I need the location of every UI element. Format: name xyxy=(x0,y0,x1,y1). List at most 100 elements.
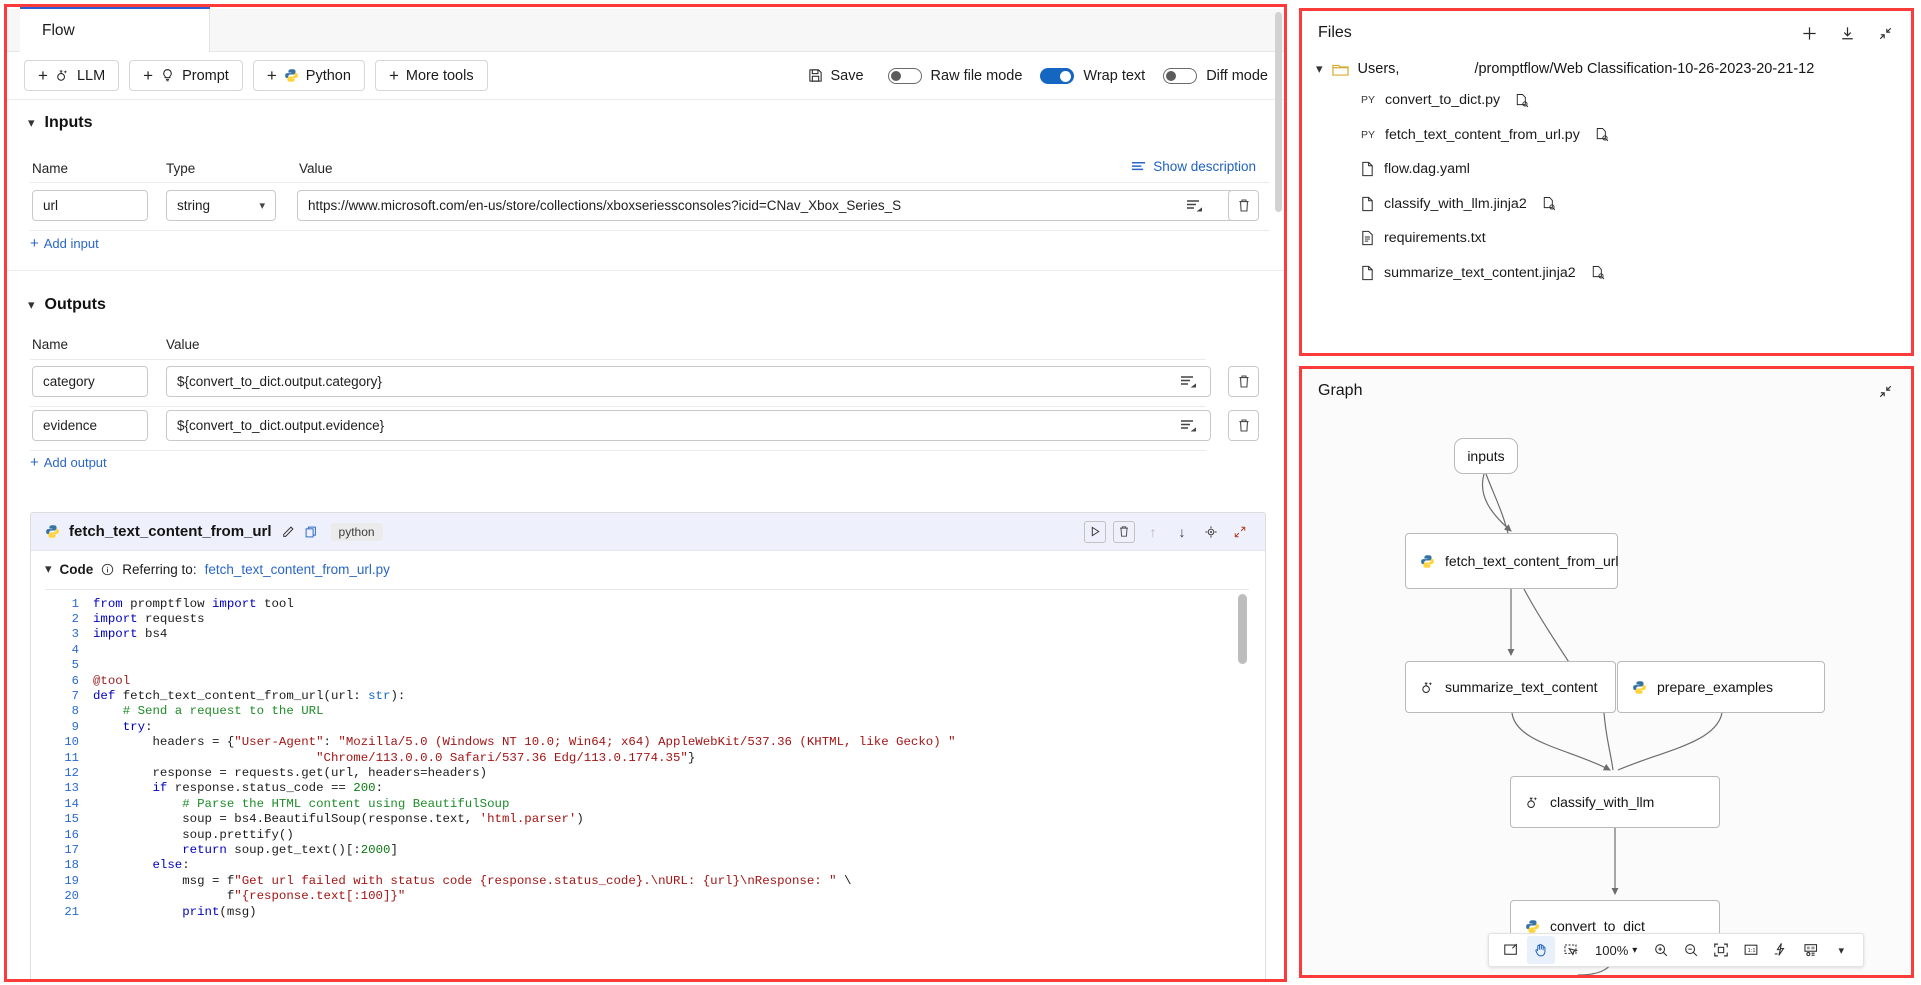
diff-mode-toggle[interactable] xyxy=(1163,68,1197,84)
code-editor[interactable]: 1from promptflow import tool2import requ… xyxy=(45,589,1249,981)
delete-output-button-0[interactable] xyxy=(1228,366,1259,397)
save-button[interactable]: Save xyxy=(798,61,873,91)
actual-size-icon[interactable]: 1:1 xyxy=(1737,936,1765,964)
description-lines-icon xyxy=(1131,161,1146,173)
delete-output-button-1[interactable] xyxy=(1228,410,1259,441)
graph-node-prepare_examples[interactable]: prepare_examples xyxy=(1617,661,1825,713)
code-line-number: 4 xyxy=(45,643,93,657)
py-tag-icon: PY xyxy=(1360,94,1376,106)
add-python-button[interactable]: + Python xyxy=(253,60,365,91)
chevron-down-icon: ▾ xyxy=(259,199,265,212)
file-list-item[interactable]: classify_with_llm.jinja2 xyxy=(1302,187,1911,222)
graph-node-label: summarize_text_content xyxy=(1445,679,1598,695)
add-input-link[interactable]: + Add input xyxy=(30,236,99,251)
open-in-editor-icon[interactable] xyxy=(1542,196,1556,211)
zoom-level-value: 100% xyxy=(1595,943,1628,958)
file-list-item[interactable]: summarize_text_content.jinja2 xyxy=(1302,256,1911,291)
referring-file-link[interactable]: fetch_text_content_from_url.py xyxy=(205,562,390,577)
more-tools-button[interactable]: + More tools xyxy=(375,60,488,91)
show-description-link[interactable]: Show description xyxy=(1131,159,1256,174)
chevron-down-icon[interactable]: ▾ xyxy=(1827,936,1855,964)
open-in-editor-icon[interactable] xyxy=(1595,127,1609,142)
python-icon xyxy=(1420,554,1435,569)
py-tag-icon: PY xyxy=(1360,129,1376,141)
python-icon xyxy=(284,68,299,83)
add-output-label: Add output xyxy=(44,455,107,470)
code-line-number: 8 xyxy=(45,704,93,718)
graph-node-fetch_text_content_from_url[interactable]: fetch_text_content_from_url xyxy=(1405,533,1618,589)
select-box-icon[interactable] xyxy=(1557,936,1585,964)
graph-node-classify_with_llm[interactable]: classify_with_llm xyxy=(1510,776,1720,828)
graph-node-summarize_text_content[interactable]: summarize_text_content xyxy=(1405,661,1616,713)
auto-layout-icon[interactable] xyxy=(1767,936,1795,964)
locate-node-button[interactable] xyxy=(1200,521,1222,543)
zoom-level-dropdown[interactable]: 100% ▾ xyxy=(1587,943,1645,958)
zoom-in-icon[interactable] xyxy=(1647,936,1675,964)
file-list-item[interactable]: PYfetch_text_content_from_url.py xyxy=(1302,118,1911,153)
code-line-text: import requests xyxy=(93,612,205,626)
output-name-field-1[interactable]: evidence xyxy=(32,410,148,441)
add-prompt-button[interactable]: + Prompt xyxy=(129,60,243,91)
inputs-section-title: Inputs xyxy=(45,114,93,132)
file-list-item[interactable]: flow.dag.yaml xyxy=(1302,152,1911,187)
output-value-expand-icon-0[interactable] xyxy=(1178,371,1200,393)
minimap-icon[interactable] xyxy=(1797,936,1825,964)
graph-panel-actions xyxy=(1875,381,1895,401)
input-type-select[interactable]: string ▾ xyxy=(166,190,276,221)
outputs-section-header[interactable]: ▾ Outputs xyxy=(28,296,106,314)
code-line-text: from promptflow import tool xyxy=(93,597,294,611)
files-tree-root[interactable]: ▾ Users, /promptflow/Web Classification-… xyxy=(1302,55,1911,83)
open-in-editor-icon[interactable] xyxy=(1515,93,1529,108)
rename-node-icon[interactable] xyxy=(281,525,295,539)
info-icon[interactable] xyxy=(101,563,114,576)
fit-screen-icon[interactable] xyxy=(1497,936,1525,964)
output-value-expand-icon-1[interactable] xyxy=(1178,415,1200,437)
pan-hand-icon[interactable] xyxy=(1527,936,1555,964)
zoom-out-icon[interactable] xyxy=(1677,936,1705,964)
expand-node-button[interactable] xyxy=(1229,521,1251,543)
input-value-expand-icon[interactable] xyxy=(1184,195,1206,217)
move-node-down-button[interactable]: ↓ xyxy=(1171,521,1193,543)
llm-icon xyxy=(55,68,70,83)
inputs-col-type: Type xyxy=(166,161,195,176)
code-line: 17 return soup.get_text()[:2000] xyxy=(45,842,1249,857)
tab-flow[interactable]: Flow xyxy=(20,9,210,52)
inputs-section-header[interactable]: ▾ Inputs xyxy=(28,114,93,132)
raw-file-mode-toggle[interactable] xyxy=(888,68,922,84)
run-node-button[interactable] xyxy=(1084,521,1106,543)
files-panel-actions xyxy=(1799,23,1895,43)
output-value-field-0[interactable]: ${convert_to_dict.output.category} xyxy=(166,366,1211,397)
collapse-panel-icon[interactable] xyxy=(1875,381,1895,401)
add-llm-button[interactable]: + LLM xyxy=(24,60,119,91)
inputs-col-name: Name xyxy=(32,161,68,176)
file-list-item[interactable]: PYconvert_to_dict.py xyxy=(1302,83,1911,118)
editor-vertical-scrollbar[interactable] xyxy=(1238,594,1247,664)
code-section-header[interactable]: ▾ Code Referring to: fetch_text_content_… xyxy=(31,551,1265,587)
inputs-header-rule xyxy=(30,182,1270,183)
graph-node-label: classify_with_llm xyxy=(1550,794,1654,810)
collapse-panel-icon[interactable] xyxy=(1875,23,1895,43)
add-output-link[interactable]: + Add output xyxy=(30,455,107,470)
delete-node-button[interactable] xyxy=(1113,521,1135,543)
download-icon[interactable] xyxy=(1837,23,1857,43)
output-value-field-1[interactable]: ${convert_to_dict.output.evidence} xyxy=(166,410,1211,441)
code-line-text: soup = bs4.BeautifulSoup(response.text, … xyxy=(93,812,584,826)
output-name-field-0[interactable]: category xyxy=(32,366,148,397)
code-line-text: "Chrome/113.0.0.0 Safari/537.36 Edg/113.… xyxy=(93,751,695,765)
move-node-up-button[interactable]: ↑ xyxy=(1142,521,1164,543)
graph-node-inputs[interactable]: inputs xyxy=(1454,438,1518,474)
code-lines-container: 1from promptflow import tool2import requ… xyxy=(45,596,1249,919)
wrap-text-toggle[interactable] xyxy=(1040,68,1074,84)
file-list-item[interactable]: requirements.txt xyxy=(1302,221,1911,256)
graph-toolbar: 100% ▾ xyxy=(1488,933,1864,967)
fit-view-icon[interactable] xyxy=(1707,936,1735,964)
add-file-icon[interactable] xyxy=(1799,23,1819,43)
delete-input-button[interactable] xyxy=(1228,190,1259,221)
input-name-field[interactable]: url xyxy=(32,190,148,221)
copy-node-icon[interactable] xyxy=(304,525,318,539)
open-in-editor-icon[interactable] xyxy=(1591,265,1605,280)
input-value-field[interactable]: https://www.microsoft.com/en-us/store/co… xyxy=(297,190,1240,221)
more-tools-label: More tools xyxy=(406,68,474,84)
code-line: 9 try: xyxy=(45,719,1249,734)
flow-pane-vertical-scrollbar[interactable] xyxy=(1275,12,1282,212)
